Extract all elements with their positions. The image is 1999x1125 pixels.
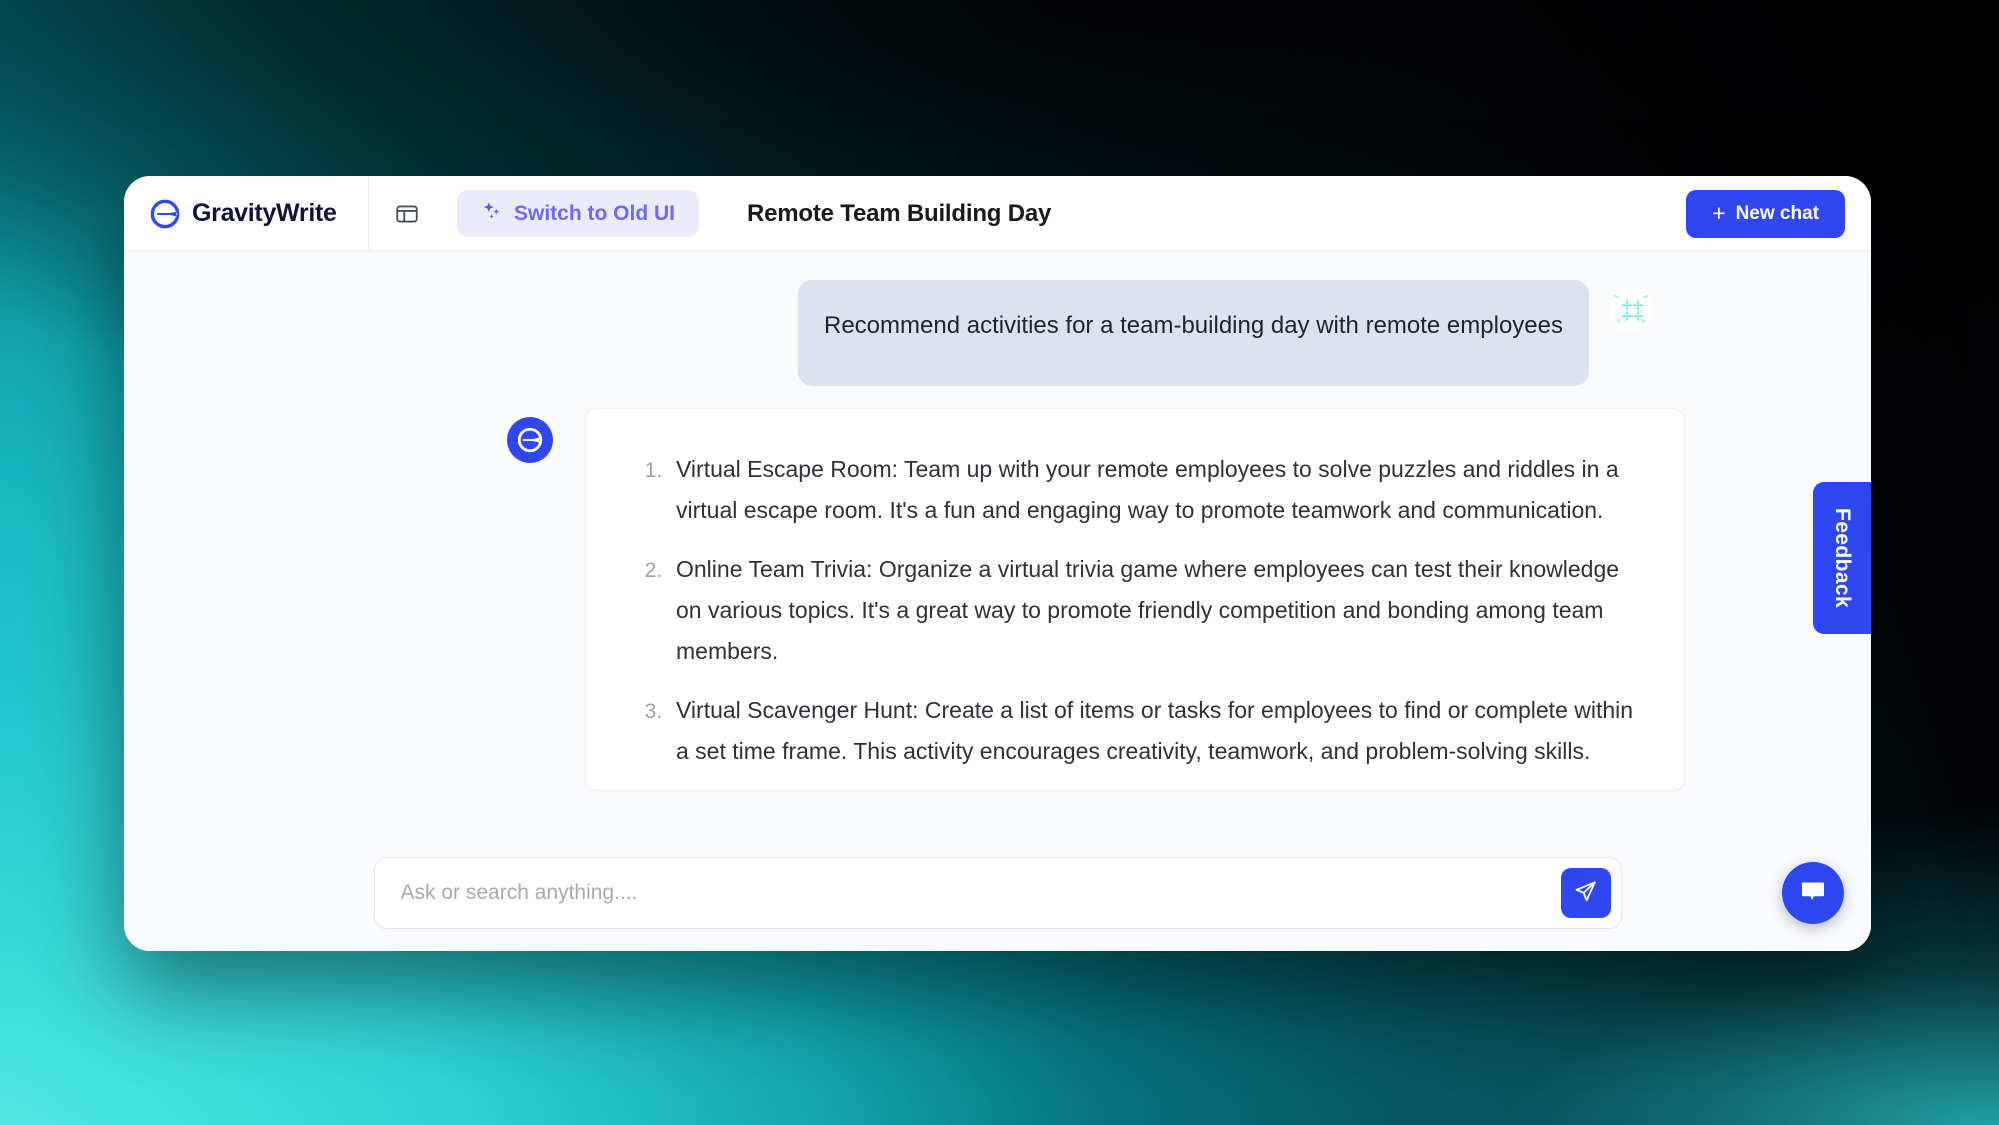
top-bar: GravityWrite Switch to Old UI Remote Tea… bbox=[124, 176, 1871, 252]
user-message-bubble: Recommend activities for a team-building… bbox=[798, 280, 1589, 387]
app-body: Recommend activities for a team-building… bbox=[124, 252, 1871, 951]
feedback-label: Feedback bbox=[1831, 507, 1854, 609]
send-button[interactable] bbox=[1560, 868, 1611, 918]
composer bbox=[124, 835, 1871, 951]
sparkles-icon bbox=[481, 200, 503, 227]
plus-icon: + bbox=[1712, 200, 1726, 226]
user-message-text: Recommend activities for a team-building… bbox=[824, 312, 1563, 339]
brand-name: GravityWrite bbox=[192, 199, 337, 227]
switch-to-old-ui-label: Switch to Old UI bbox=[514, 201, 675, 225]
sidebar-panel-icon[interactable] bbox=[387, 194, 427, 234]
user-sparkle-avatar-icon bbox=[1605, 284, 1657, 336]
list-item: Virtual Escape Room: Team up with your r… bbox=[668, 449, 1640, 531]
assistant-message-row: Virtual Escape Room: Team up with your r… bbox=[124, 408, 1871, 791]
chat-bubble-icon bbox=[1798, 876, 1828, 911]
send-paper-plane-icon bbox=[1573, 879, 1598, 907]
chat-title: Remote Team Building Day bbox=[747, 199, 1052, 227]
gravitywrite-logo-icon bbox=[150, 199, 180, 229]
new-chat-label: New chat bbox=[1735, 202, 1819, 224]
switch-to-old-ui-button[interactable]: Switch to Old UI bbox=[457, 190, 699, 237]
feedback-tab[interactable]: Feedback bbox=[1813, 482, 1871, 634]
conversation-scroll-area[interactable]: Recommend activities for a team-building… bbox=[124, 252, 1871, 835]
new-chat-button[interactable]: + New chat bbox=[1686, 189, 1845, 238]
answer-list: Virtual Escape Room: Team up with your r… bbox=[630, 449, 1640, 772]
list-item: Online Team Trivia: Organize a virtual t… bbox=[668, 549, 1640, 672]
composer-box bbox=[373, 857, 1622, 929]
app-window: GravityWrite Switch to Old UI Remote Tea… bbox=[124, 176, 1871, 951]
gravitywrite-avatar-icon bbox=[507, 417, 553, 464]
support-chat-button[interactable] bbox=[1782, 862, 1844, 924]
search-input[interactable] bbox=[400, 858, 1561, 928]
list-item: Virtual Scavenger Hunt: Create a list of… bbox=[668, 690, 1640, 772]
user-message-row: Recommend activities for a team-building… bbox=[124, 280, 1871, 387]
brand-zone: GravityWrite bbox=[124, 176, 369, 251]
assistant-answer-card: Virtual Escape Room: Team up with your r… bbox=[585, 408, 1685, 791]
